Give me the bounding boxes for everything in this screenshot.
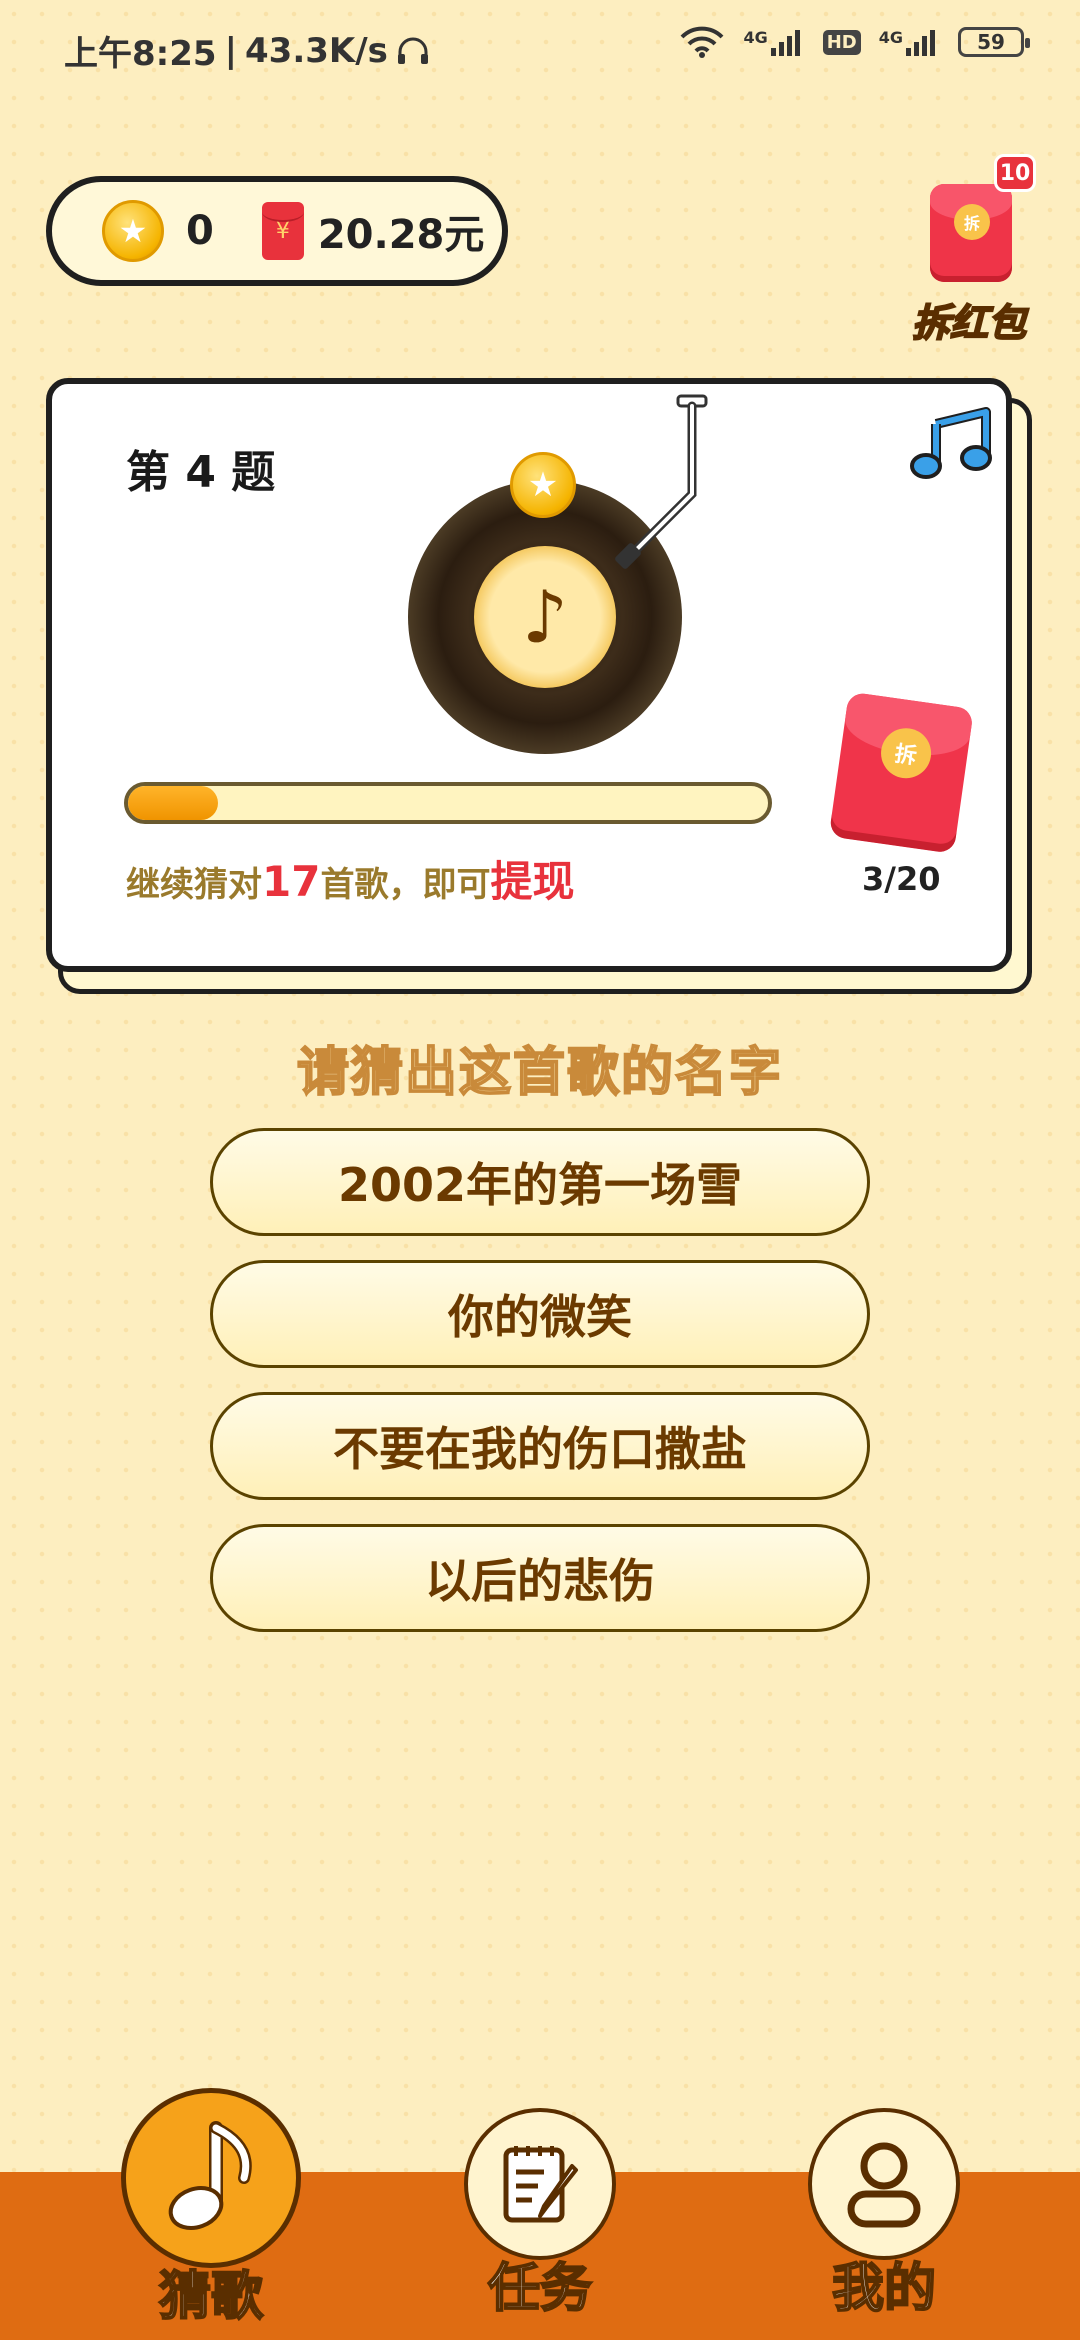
progress-fill: [128, 786, 218, 820]
nav-tasks[interactable]: 任务: [462, 2108, 618, 2321]
wifi-icon: [681, 26, 724, 58]
status-bar: 上午8:25 | 43.3K/s 4G HD 4G 59: [0, 0, 1080, 96]
progress-text: 继续猜对17首歌，即可提现: [126, 857, 575, 906]
option-button-3[interactable]: 不要在我的伤口撒盐: [210, 1392, 870, 1500]
coin-count: 0: [186, 208, 214, 254]
card-red-packet[interactable]: 拆: [828, 691, 978, 859]
network-speed: 43.3K/s: [245, 30, 388, 71]
user-icon: [808, 2108, 960, 2260]
battery-icon: 59: [958, 27, 1030, 57]
nav-guess-label: 猜歌: [158, 2266, 264, 2328]
option-button-1[interactable]: 2002年的第一场雪: [210, 1128, 870, 1236]
balance-pill[interactable]: ★ 0 ¥ 20.28元: [46, 176, 508, 286]
packet-progress-count: 3/20: [862, 860, 941, 898]
tonearm-icon: [615, 394, 708, 569]
task-list-icon: [464, 2108, 616, 2260]
red-packet-icon: 拆: [930, 184, 1012, 282]
signal-2: 4G: [879, 28, 940, 56]
withdraw-text: 提现: [490, 857, 575, 906]
music-toggle-icon[interactable]: [908, 404, 998, 484]
nav-profile-label: 我的: [831, 2258, 937, 2320]
hd-badge: HD: [822, 29, 861, 55]
coin-icon: ★: [102, 200, 164, 262]
money-balance: 20.28元: [317, 212, 485, 258]
signal-bars-icon: [906, 30, 935, 56]
coin-icon: ★: [510, 452, 576, 518]
status-right: 4G HD 4G 59: [679, 26, 1030, 58]
signal-1: 4G: [743, 28, 804, 56]
remaining-count: 17: [262, 857, 321, 906]
question-prompt: 请猜出这首歌的名字: [296, 1042, 783, 1104]
signal-bars-icon: [770, 30, 800, 56]
question-number: 第 4 题: [126, 447, 276, 498]
option-button-4[interactable]: 以后的悲伤: [210, 1524, 870, 1632]
nav-guess-song[interactable]: 猜歌: [118, 2088, 304, 2329]
nav-tasks-label: 任务: [487, 2258, 593, 2320]
split-red-packet-button[interactable]: 拆 10 拆红包: [888, 150, 1048, 346]
notification-badge: 10: [994, 154, 1036, 192]
option-button-2[interactable]: 你的微笑: [210, 1260, 870, 1368]
status-time: 上午8:25: [64, 34, 217, 74]
split-packet-label: 拆红包: [911, 300, 1027, 346]
question-card: 第 4 题 ♪ ★ 继续猜对17首歌，即可提现 拆 3/20: [46, 378, 1012, 972]
headphones-icon: [397, 37, 428, 64]
progress-bar: [124, 782, 772, 824]
packet-seal: 拆: [954, 204, 990, 240]
battery-level: 59: [977, 30, 1005, 54]
red-packet-icon: ¥: [261, 202, 304, 260]
music-note-icon: [121, 2088, 301, 2268]
nav-profile[interactable]: 我的: [806, 2108, 962, 2321]
status-left: 上午8:25 | 43.3K/s: [64, 26, 430, 75]
